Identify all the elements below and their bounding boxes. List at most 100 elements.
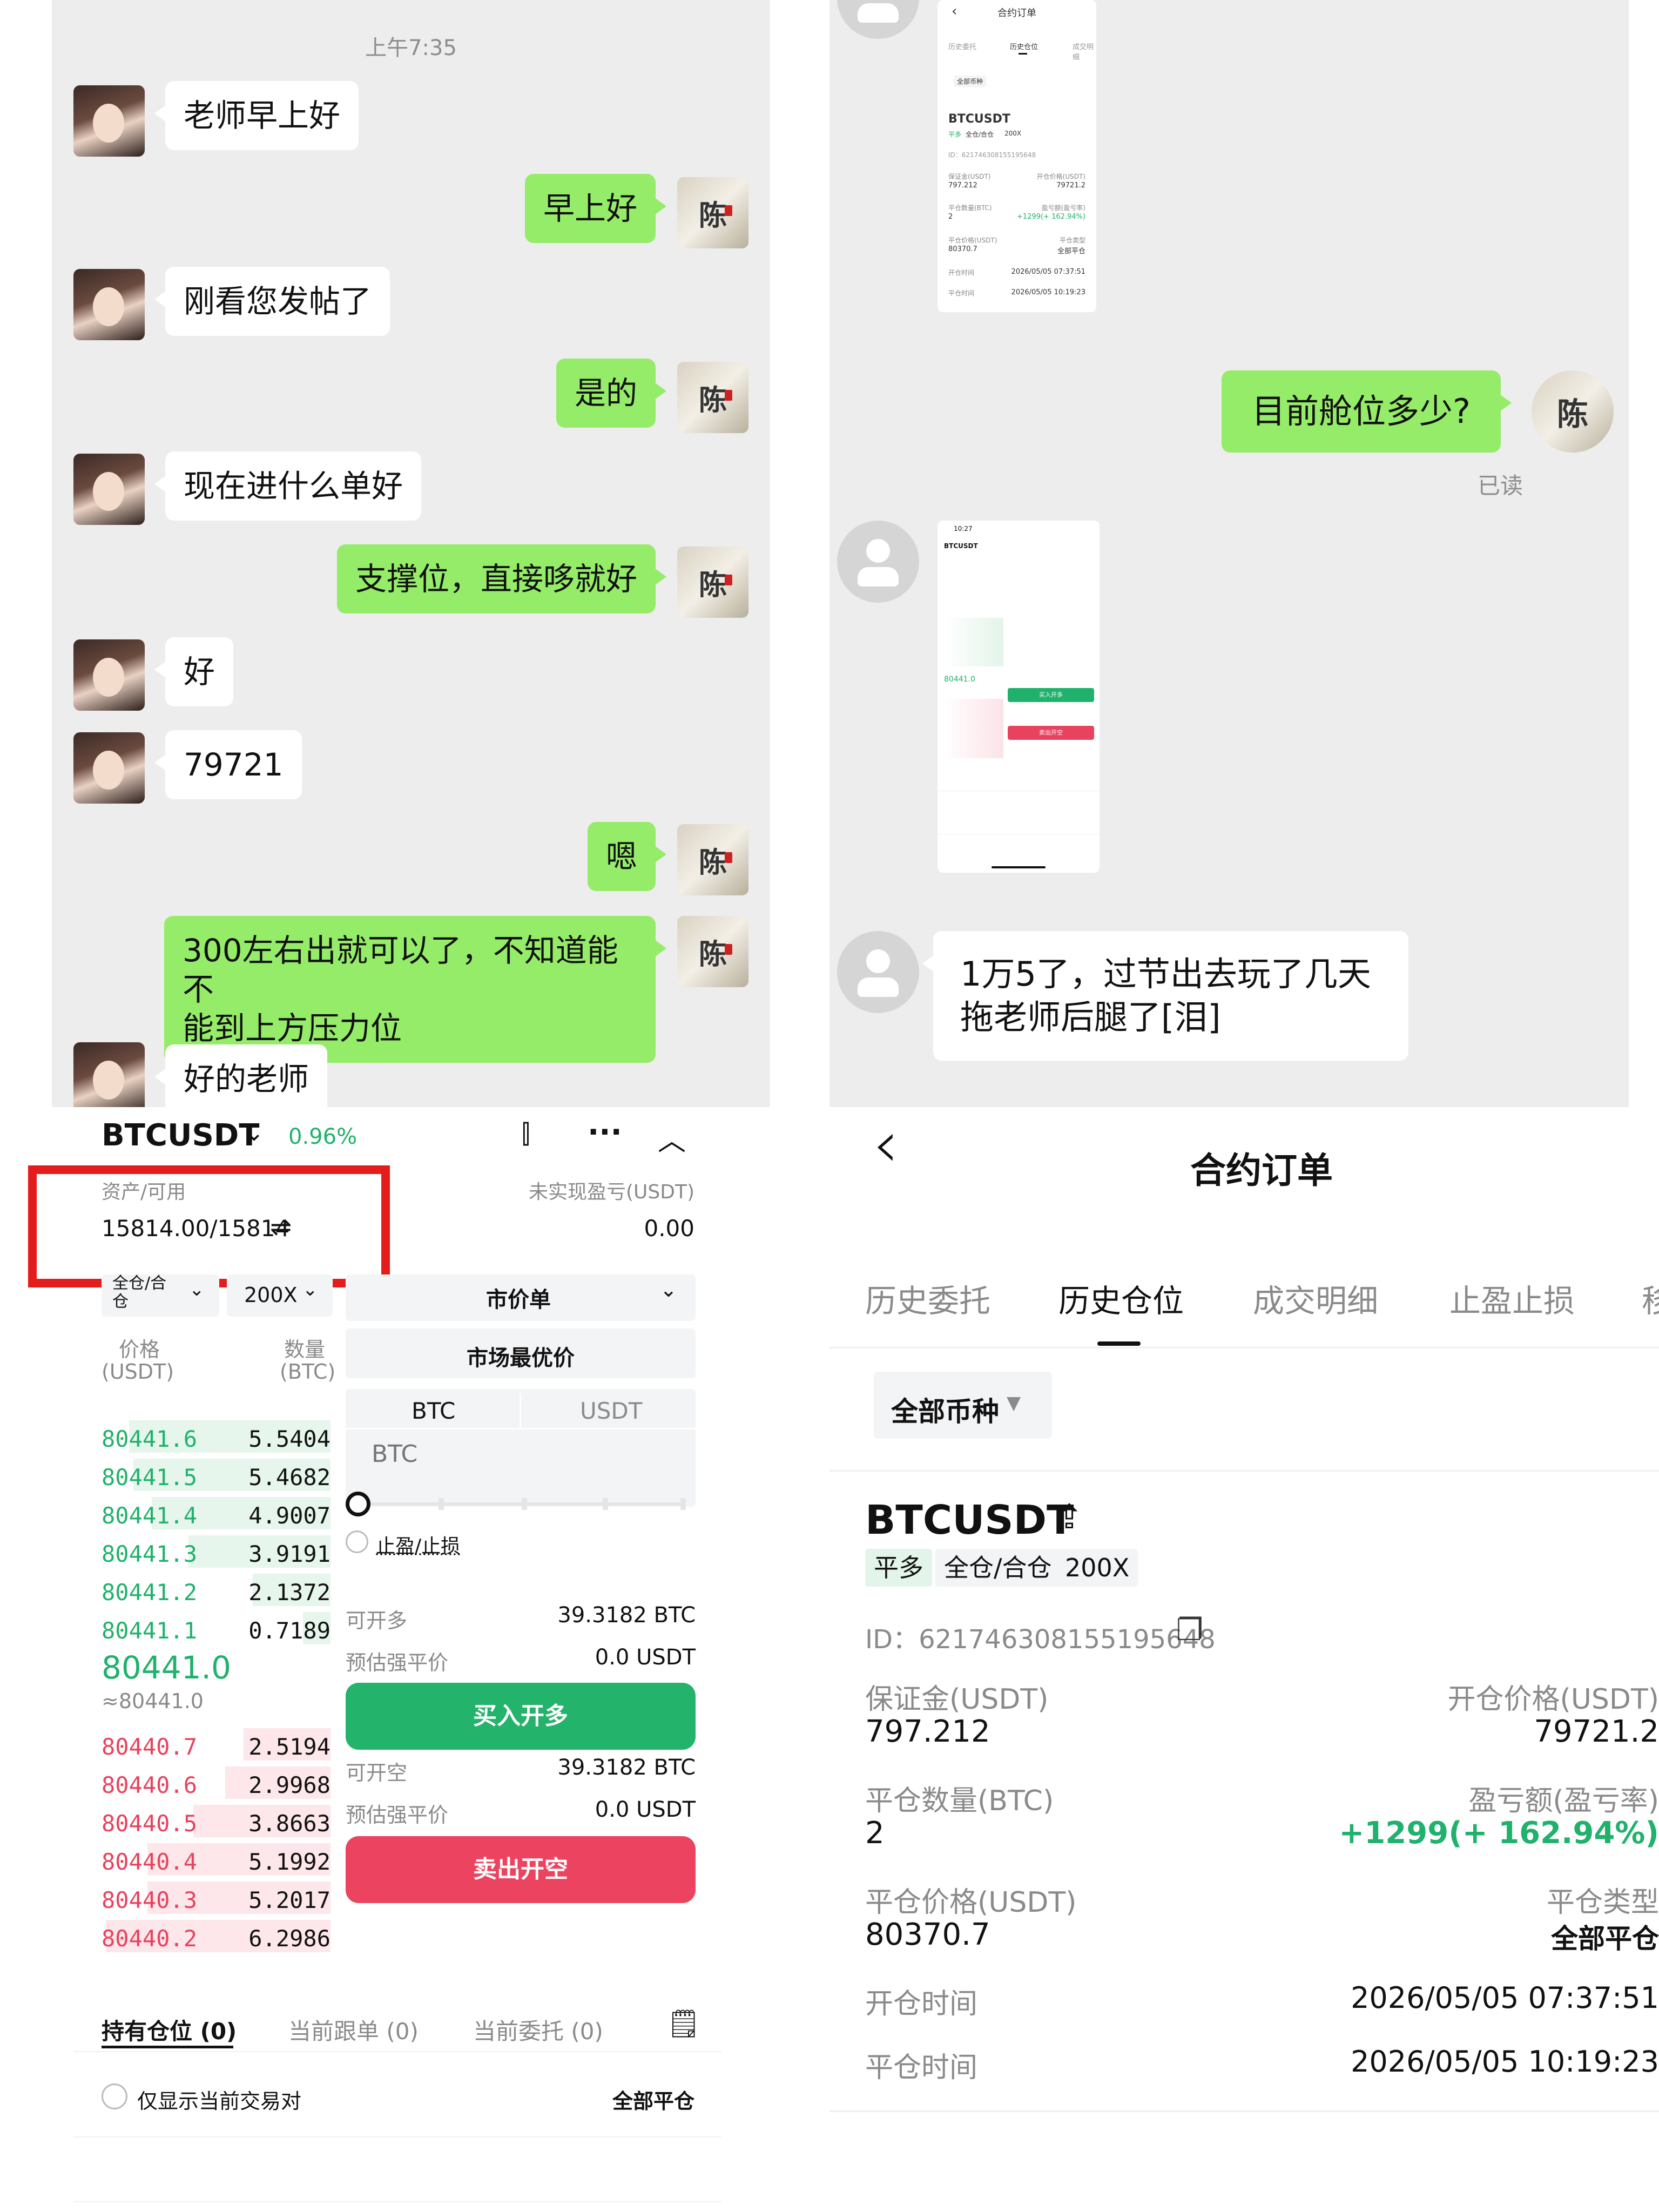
tab-tpsl[interactable]: 止盈止损 — [1449, 1276, 1575, 1321]
copy-icon[interactable]: ❐ — [1176, 1613, 1203, 1648]
avatar-teacher[interactable]: 陈 — [1532, 370, 1614, 453]
symbol-title[interactable]: BTCUSDT — [102, 1118, 259, 1153]
chevron-up-icon[interactable]: ︿ — [658, 1118, 686, 1158]
avatar-student[interactable] — [73, 85, 145, 157]
tab-positions[interactable]: 持有仓位 (0) — [102, 2013, 237, 2046]
tab-orders[interactable]: 当前委托 (0) — [473, 2013, 603, 2046]
price-unit: (USDT) — [102, 1360, 174, 1384]
chevron-down-icon[interactable]: ⌄ — [244, 1119, 264, 1147]
thumb-id: ID：621746308155195648 — [948, 151, 1036, 159]
tpsl-label[interactable]: 止盈/止损 — [376, 1530, 460, 1559]
only-current-checkbox[interactable] — [102, 2083, 127, 2109]
best-price-label: 市场最优价 — [467, 1346, 575, 1371]
thumb-label: 平仓类型 — [1059, 237, 1085, 244]
avatar-student[interactable] — [73, 1042, 145, 1114]
avatar-default[interactable] — [837, 0, 919, 39]
bid-row[interactable]: 80440.7 2.5194 — [102, 1728, 331, 1761]
read-status: 已读 — [1478, 473, 1523, 499]
sell-short-button[interactable]: 卖出开空 — [346, 1836, 696, 1903]
chat-message: 300左右出就可以了，不知道能不 能到上方压力位 — [164, 916, 666, 1063]
ask-row[interactable]: 80441.6 5.5404 — [102, 1420, 331, 1453]
thumb-value: 797.212 — [948, 181, 977, 190]
close-price-value: 80370.7 — [865, 1917, 990, 1952]
est-liq-value: 0.0 USDT — [595, 1645, 696, 1670]
chat-message: 刚看您发帖了 — [154, 267, 390, 336]
tab-more[interactable]: 移 — [1642, 1276, 1659, 1321]
avatar-student[interactable] — [73, 269, 145, 340]
chat-message: 是的 — [556, 359, 667, 428]
avatar-teacher[interactable]: 陈 — [677, 177, 748, 248]
thumb-title: 合约订单 — [997, 8, 1036, 19]
chat-message: 嗯 — [587, 822, 667, 891]
only-current-label[interactable]: 仅显示当前交易对 — [137, 2085, 301, 2114]
ask-row[interactable]: 80441.2 2.1372 — [102, 1574, 331, 1606]
bid-row[interactable]: 80440.5 3.8663 — [102, 1805, 331, 1837]
avatar-teacher[interactable]: 陈 — [677, 362, 748, 433]
candlestick-icon[interactable]: ⫿ — [522, 1119, 530, 1150]
avatar-teacher[interactable]: 陈 — [677, 547, 748, 618]
page-title: 合约订单 — [1190, 1150, 1333, 1191]
price-change: 0.96% — [288, 1124, 358, 1149]
tab-trades[interactable]: 成交明细 — [1253, 1276, 1378, 1321]
unit-btc[interactable]: BTC — [412, 1398, 455, 1424]
avatar-teacher[interactable]: 陈 — [677, 824, 748, 895]
avatar-char: 陈 — [698, 938, 727, 971]
order-price: 80441.6 — [102, 1426, 198, 1452]
leverage-tag: 200X — [1056, 1549, 1138, 1587]
avatar-student[interactable] — [73, 454, 145, 525]
ask-row[interactable]: 80441.4 4.9007 — [102, 1497, 331, 1529]
avatar-default[interactable] — [837, 931, 919, 1013]
tab-history-orders[interactable]: 历史委托 — [865, 1276, 990, 1321]
thumb-label: 盈亏额(盈亏率) — [1041, 204, 1085, 212]
bid-row[interactable]: 80440.6 2.9968 — [102, 1766, 331, 1799]
thumb-home-indicator — [992, 866, 1046, 868]
tab-history-positions[interactable]: 历史仓位 — [1058, 1276, 1184, 1321]
thumb-tag: 平多 — [948, 131, 962, 138]
chat-message: 现在进什么单好 — [154, 451, 422, 521]
more-icon[interactable]: ··· — [588, 1115, 622, 1150]
unit-usdt[interactable]: USDT — [580, 1398, 642, 1424]
can-long-value: 39.3182 BTC — [557, 1603, 696, 1628]
avatar-student[interactable] — [73, 732, 145, 804]
share-icon[interactable]: ⇪ — [1055, 1497, 1083, 1536]
close-all-button[interactable]: 全部平仓 — [612, 2085, 694, 2114]
ask-row[interactable]: 80441.1 0.7189 — [102, 1612, 331, 1644]
chat-message-line: 拖老师后腿了[泪] — [960, 997, 1221, 1037]
avatar-student[interactable] — [73, 639, 145, 711]
slider-tick — [522, 1498, 527, 1510]
bid-row[interactable]: 80440.2 6.2986 — [102, 1920, 331, 1952]
quantity-input[interactable] — [346, 1430, 696, 1478]
tab-copy[interactable]: 当前跟单 (0) — [288, 2013, 419, 2046]
back-icon[interactable]: ‹ — [873, 1107, 899, 1182]
tpsl-checkbox[interactable] — [346, 1530, 368, 1553]
ask-row[interactable]: 80441.5 5.4682 — [102, 1459, 331, 1491]
asset-label: 资产/可用 — [102, 1181, 186, 1203]
slider-tick — [603, 1498, 608, 1510]
mid-price: 80441.0 — [102, 1649, 231, 1686]
avatar-default[interactable] — [837, 521, 919, 603]
history-icon[interactable]: 🗒 — [666, 2008, 700, 2040]
bid-row[interactable]: 80440.3 5.2017 — [102, 1881, 331, 1914]
qty-header: 数量 — [284, 1338, 326, 1361]
swap-icon[interactable]: ⇌ — [270, 1212, 292, 1242]
thumb-value: 2026/05/05 10:19:23 — [1011, 288, 1085, 296]
buy-long-button[interactable]: 买入开多 — [346, 1683, 696, 1750]
image-thumbnail-trade[interactable]: 10:27 BTCUSDT 80441.0 买入开多 卖出开空 — [938, 521, 1100, 873]
bid-row[interactable]: 80440.4 5.1992 — [102, 1843, 331, 1876]
order-price: 80440.4 — [102, 1849, 198, 1875]
image-thumbnail-order[interactable]: ‹ 合约订单 历史委托 历史仓位 成交明细 全部币种 BTCUSDT 平多 全仓… — [938, 0, 1096, 312]
avatar-teacher[interactable]: 陈 — [677, 916, 748, 987]
slider-handle[interactable] — [346, 1492, 370, 1516]
open-time-value: 2026/05/05 07:37:51 — [1351, 1981, 1659, 2015]
asset-value: 15814.00/15814 — [102, 1215, 290, 1242]
chat-left-panel: 上午7:35 老师早上好 陈 早上好 刚看您发帖了 陈 是的 现在进什么单好 陈… — [52, 0, 770, 1114]
order-qty: 2.1372 — [248, 1579, 331, 1606]
order-price: 80441.1 — [102, 1617, 198, 1644]
chat-message: 好 — [154, 637, 234, 706]
ask-row[interactable]: 80441.3 3.9191 — [102, 1535, 331, 1568]
est-liq-label: 预估强平价 — [346, 1651, 449, 1675]
close-time-label: 平仓时间 — [865, 2052, 978, 2084]
order-qty: 4.9007 — [248, 1502, 331, 1529]
divider — [830, 1470, 1659, 1472]
trading-panel: BTCUSDT ⌄ 0.96% ⫿ ··· ︿ 资产/可用 15814.00/1… — [0, 1107, 830, 2212]
